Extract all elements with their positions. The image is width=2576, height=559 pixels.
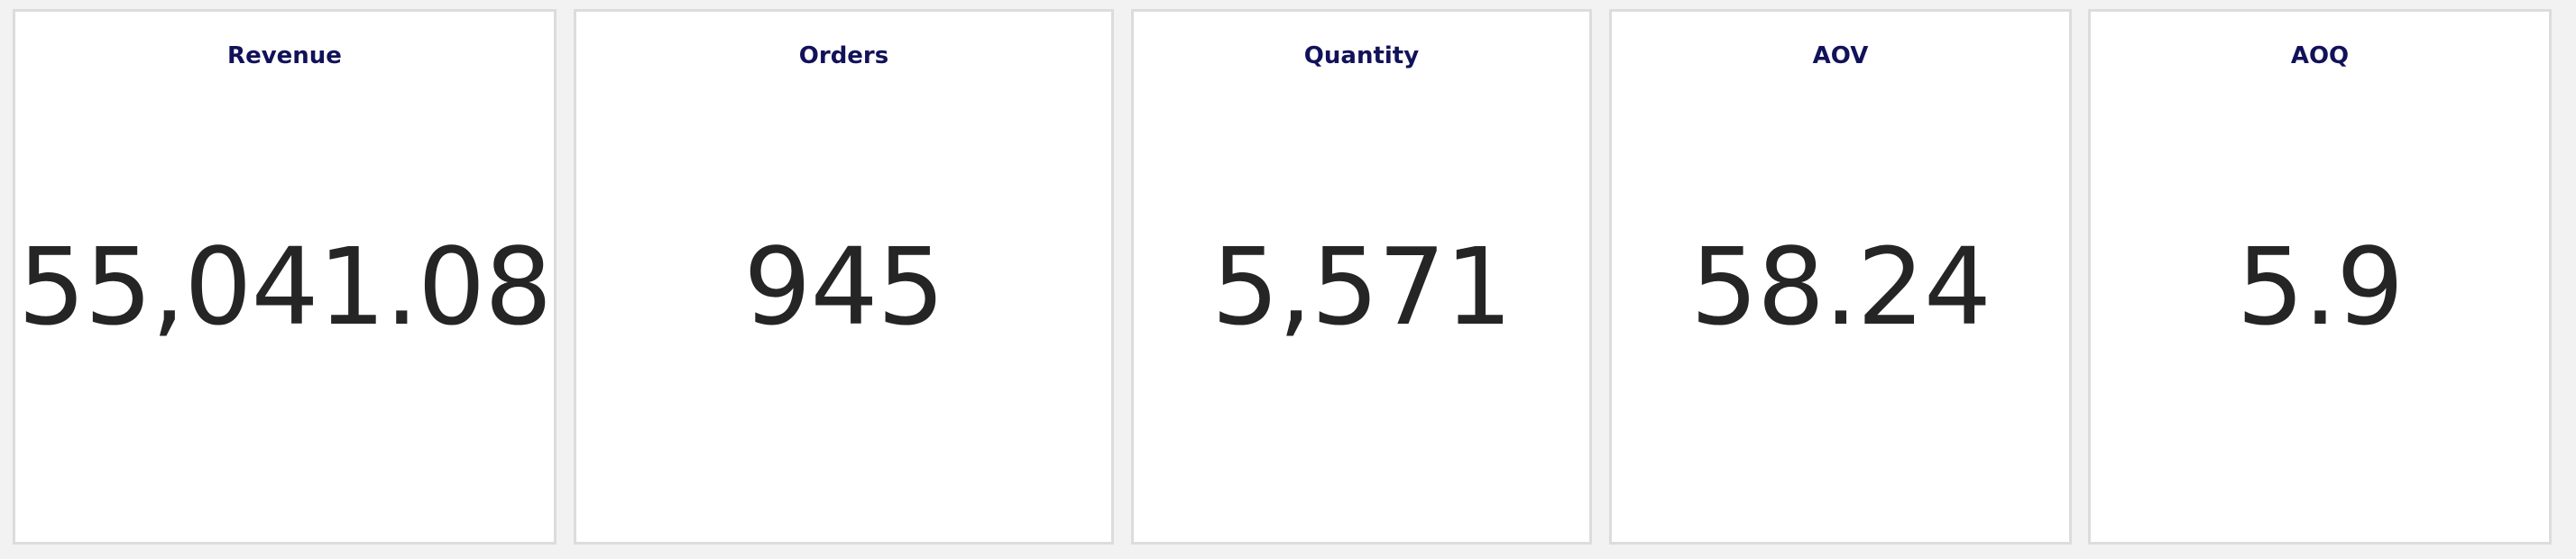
orders-card[interactable]: Orders 945 (574, 9, 1114, 545)
revenue-value: 55,041.08 (17, 225, 553, 349)
quantity-title: Quantity (1303, 42, 1420, 69)
revenue-title: Revenue (227, 42, 342, 69)
revenue-card[interactable]: Revenue 55,041.08 (13, 9, 557, 545)
orders-value: 945 (743, 225, 944, 349)
aov-card[interactable]: AOV 58.24 (1609, 9, 2072, 545)
quantity-value: 5,571 (1211, 225, 1513, 349)
orders-title: Orders (798, 42, 889, 69)
kpi-dashboard: Revenue 55,041.08 Orders 945 Quantity 5,… (0, 0, 2576, 559)
aoq-card[interactable]: AOQ 5.9 (2088, 9, 2552, 545)
aov-value: 58.24 (1690, 225, 1992, 349)
aoq-title: AOQ (2290, 42, 2350, 69)
aov-title: AOV (1812, 42, 1869, 69)
aoq-value: 5.9 (2236, 225, 2405, 349)
quantity-card[interactable]: Quantity 5,571 (1131, 9, 1592, 545)
